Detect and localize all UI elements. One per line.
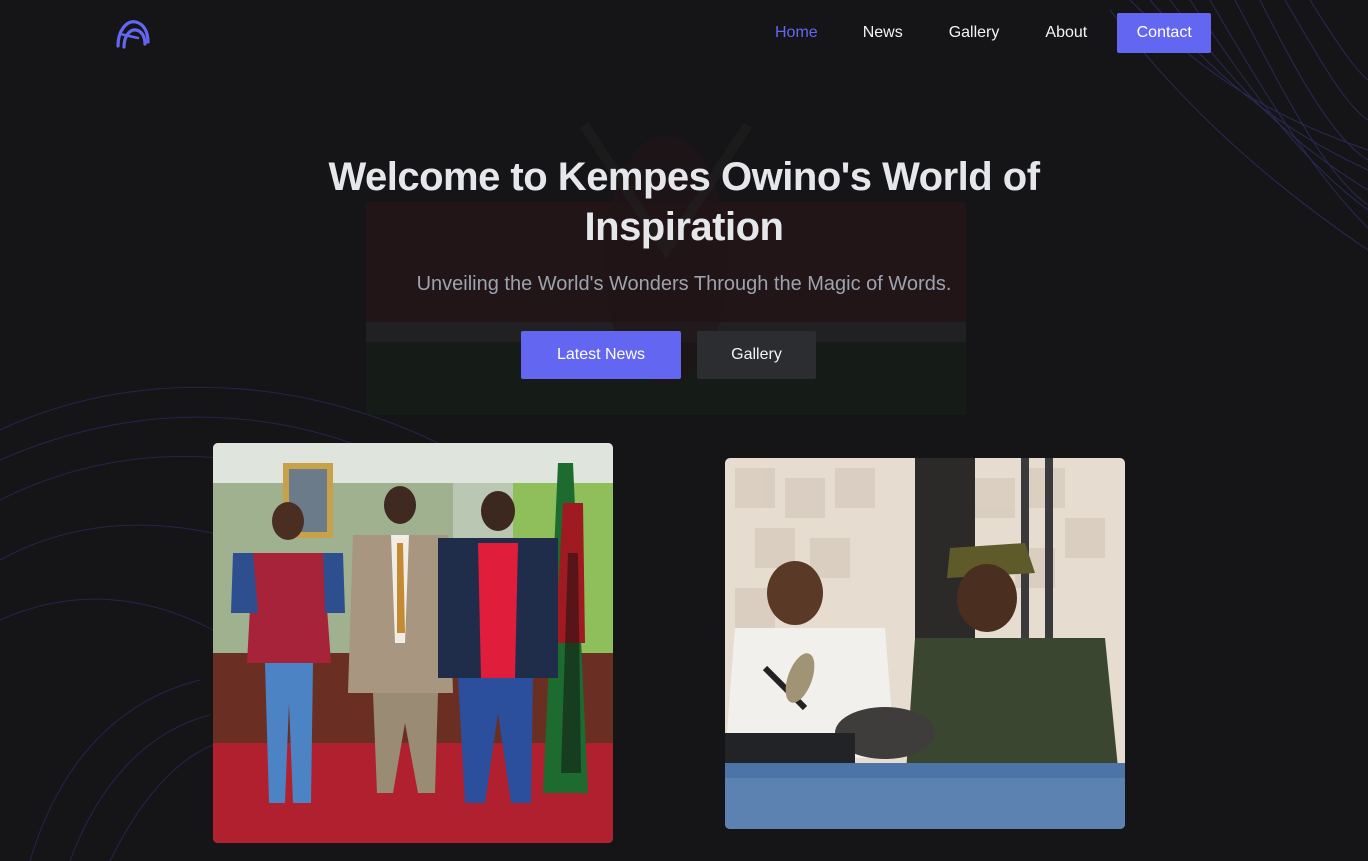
- page: Home News Gallery About Contact Welcome …: [0, 0, 1368, 861]
- photo-office-group[interactable]: [213, 443, 613, 843]
- contact-button[interactable]: Contact: [1117, 13, 1212, 53]
- latest-news-button[interactable]: Latest News: [521, 331, 681, 379]
- nav-news[interactable]: News: [840, 13, 926, 53]
- brand-arc-icon: [116, 20, 150, 49]
- office-group-image: [213, 443, 613, 843]
- background-waves: [0, 0, 1368, 861]
- site-logo[interactable]: [114, 16, 152, 50]
- hero-title: Welcome to Kempes Owino's World of Inspi…: [328, 155, 1040, 249]
- hero-subtitle: Unveiling the World's Wonders Through th…: [416, 273, 952, 295]
- nav-gallery[interactable]: Gallery: [926, 13, 1023, 53]
- main-nav: Home News Gallery About Contact: [760, 13, 1212, 53]
- radio-studio-image: [725, 458, 1125, 829]
- nav-about[interactable]: About: [1022, 13, 1111, 53]
- nav-home[interactable]: Home: [760, 13, 840, 53]
- photo-radio-studio[interactable]: [725, 458, 1125, 829]
- gallery-button[interactable]: Gallery: [697, 331, 816, 379]
